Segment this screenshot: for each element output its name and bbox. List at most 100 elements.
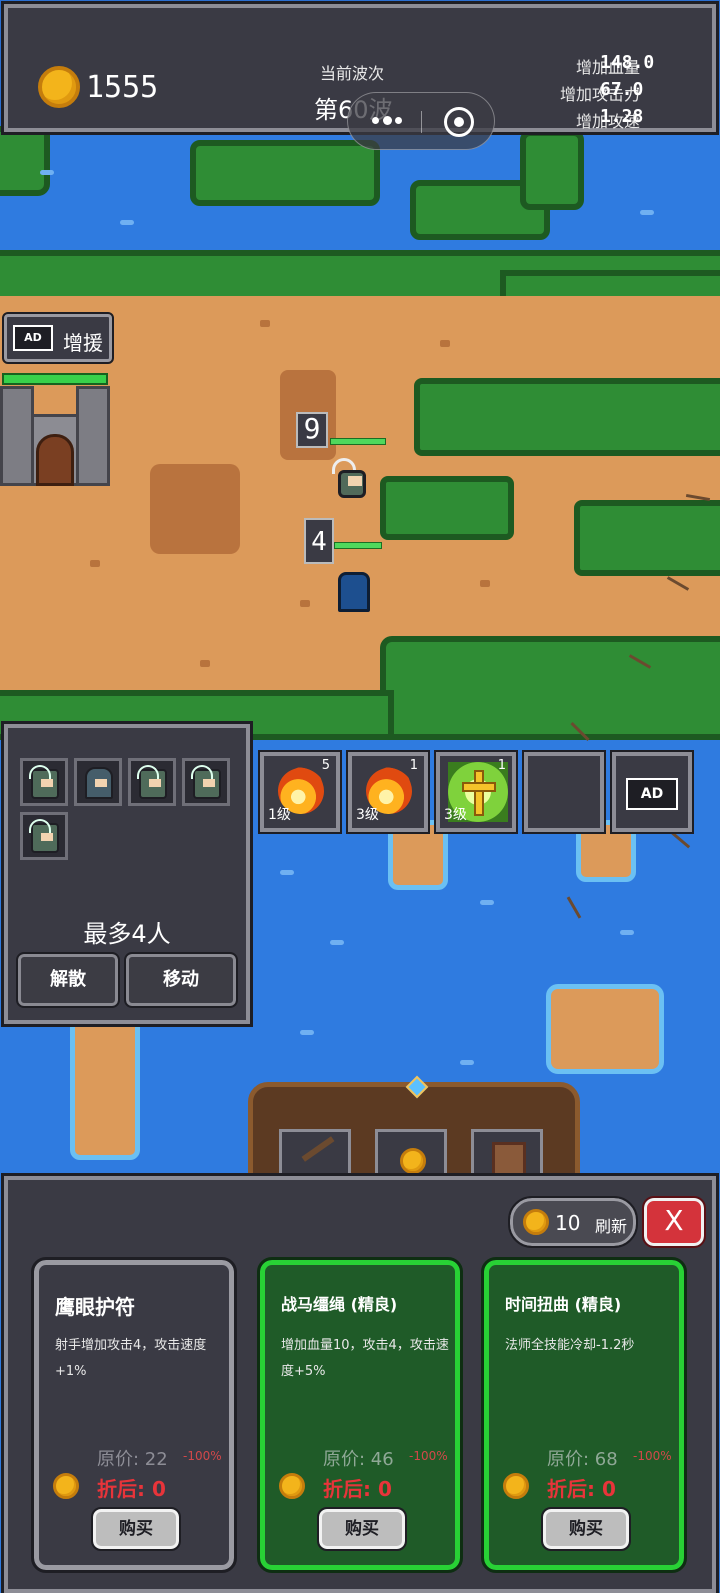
buy-button[interactable]: 购买	[317, 1507, 407, 1551]
sand-island	[70, 1010, 140, 1160]
card-original-price: 原价: 22	[97, 1449, 168, 1470]
skill-slot-fireball[interactable]: 5 1级	[258, 750, 342, 834]
mage-portrait-icon	[85, 767, 113, 799]
refresh-cost: 10	[555, 1211, 581, 1235]
arrow-icon	[301, 1136, 335, 1162]
team-slot-archer[interactable]	[128, 758, 176, 806]
pebble	[440, 340, 450, 347]
water-ripple	[460, 1060, 474, 1065]
card-discount: -100%	[409, 1449, 448, 1463]
team-slot-archer[interactable]	[20, 758, 68, 806]
card-discount: -100%	[633, 1449, 672, 1463]
team-panel: 最多4人 解散 移动	[1, 721, 253, 1027]
chest-tab-gold[interactable]	[375, 1129, 447, 1183]
reinforce-label: 增援	[63, 331, 103, 355]
pebble	[480, 580, 490, 587]
archer-portrait-icon	[29, 819, 59, 853]
card-item-name: 鹰眼护符	[55, 1295, 135, 1319]
card-final-price: 折后: 0	[323, 1477, 392, 1501]
more-menu-icon[interactable]	[372, 113, 402, 127]
gold-coin-icon	[400, 1148, 426, 1174]
buy-button[interactable]: 购买	[91, 1507, 181, 1551]
grass-patch	[0, 126, 50, 196]
card-item-name: 战马缰绳 (精良)	[281, 1295, 398, 1314]
pebble	[200, 660, 210, 667]
card-item-desc: 射手增加攻击4，攻击速度+1%	[55, 1338, 207, 1379]
card-item-desc: 增加血量10，攻击4，攻击速度+5%	[281, 1338, 449, 1379]
skill-level: 1级	[268, 807, 291, 823]
card-item-name: 时间扭曲 (精良)	[505, 1295, 622, 1314]
unit-health-bar	[330, 438, 386, 445]
castle-tower	[76, 386, 110, 486]
archer-portrait-icon	[29, 765, 59, 799]
skill-level: 3级	[444, 807, 467, 823]
skill-slot-fireball[interactable]: 1 3级	[346, 750, 430, 834]
unit-level-badge: 9	[296, 412, 328, 448]
water-ripple	[40, 170, 54, 175]
pebble	[260, 320, 270, 327]
pebble	[300, 600, 310, 607]
close-miniprogram-icon[interactable]	[444, 107, 474, 137]
card-final-price: 折后: 0	[97, 1477, 166, 1501]
skill-slot-empty[interactable]	[522, 750, 606, 834]
mage-unit[interactable]	[334, 568, 372, 612]
skill-slot-ad[interactable]: AD	[610, 750, 694, 834]
archer-unit[interactable]	[332, 456, 370, 500]
grass-patch	[520, 130, 584, 210]
archer-portrait-icon	[137, 765, 167, 799]
skill-level: 3级	[356, 807, 379, 823]
miniprogram-capsule	[347, 92, 495, 150]
ad-video-icon: AD	[13, 325, 53, 351]
gold-coin-icon	[503, 1473, 529, 1499]
close-shop-button[interactable]: X	[642, 1196, 706, 1248]
unit-health-bar	[334, 542, 382, 549]
shop-card[interactable]: 鹰眼护符 射手增加攻击4，攻击速度+1% 原价: 22 -100% 折后: 0 …	[31, 1257, 237, 1573]
sand-island	[546, 984, 664, 1074]
chest-tab-item[interactable]	[471, 1129, 543, 1183]
grass-patch	[190, 140, 380, 206]
team-slot-archer[interactable]	[182, 758, 230, 806]
archer-portrait-icon	[191, 765, 221, 799]
card-item-desc: 法师全技能冷却-1.2秒	[505, 1338, 635, 1353]
gold-coin-icon	[523, 1209, 549, 1235]
grass-patch	[380, 636, 720, 740]
gold-coin-icon	[279, 1473, 305, 1499]
gold-coin-icon	[53, 1473, 79, 1499]
grass-patch	[414, 378, 720, 456]
team-slot-archer[interactable]	[20, 812, 68, 860]
skill-count: 1	[497, 758, 506, 773]
move-button[interactable]: 移动	[124, 952, 238, 1008]
chest-tab-weapon[interactable]	[279, 1129, 351, 1183]
water-ripple	[120, 220, 134, 225]
unit-level-badge: 4	[304, 518, 334, 564]
reinforce-ad-button[interactable]: AD 增援	[2, 312, 114, 364]
water-ripple	[280, 870, 294, 875]
stat-value-hp: 148.0	[600, 52, 655, 73]
card-original-price: 原价: 46	[323, 1449, 394, 1470]
castle	[0, 386, 110, 486]
team-max-label: 最多4人	[83, 920, 171, 948]
card-discount: -100%	[183, 1449, 222, 1463]
skill-slot-holy[interactable]: 1 3级	[434, 750, 518, 834]
card-final-price: 折后: 0	[547, 1477, 616, 1501]
refresh-button[interactable]: 10 刷新	[508, 1196, 638, 1248]
water-ripple	[480, 900, 494, 905]
stat-value-attack: 67.0	[600, 79, 644, 100]
ad-video-icon: AD	[626, 778, 678, 810]
skill-count: 1	[409, 758, 418, 773]
disband-button[interactable]: 解散	[16, 952, 120, 1008]
grass-patch	[574, 500, 720, 576]
shop-card[interactable]: 战马缰绳 (精良) 增加血量10，攻击4，攻击速度+5% 原价: 46 -100…	[257, 1257, 463, 1573]
card-original-price: 原价: 68	[547, 1449, 618, 1470]
pebble	[90, 560, 100, 567]
shop-panel: 10 刷新 X 鹰眼护符 射手增加攻击4，攻击速度+1% 原价: 22 -100…	[1, 1173, 719, 1593]
gold-coin-icon	[38, 66, 80, 108]
stat-value-attack-speed: 1.28	[600, 106, 644, 127]
shop-card[interactable]: 时间扭曲 (精良) 法师全技能冷却-1.2秒 原价: 68 -100% 折后: …	[481, 1257, 687, 1573]
refresh-label: 刷新	[595, 1217, 628, 1236]
capsule-divider	[421, 111, 422, 133]
team-slot-mage[interactable]	[74, 758, 122, 806]
dirt-patch	[150, 464, 240, 554]
water-ripple	[300, 1030, 314, 1035]
buy-button[interactable]: 购买	[541, 1507, 631, 1551]
